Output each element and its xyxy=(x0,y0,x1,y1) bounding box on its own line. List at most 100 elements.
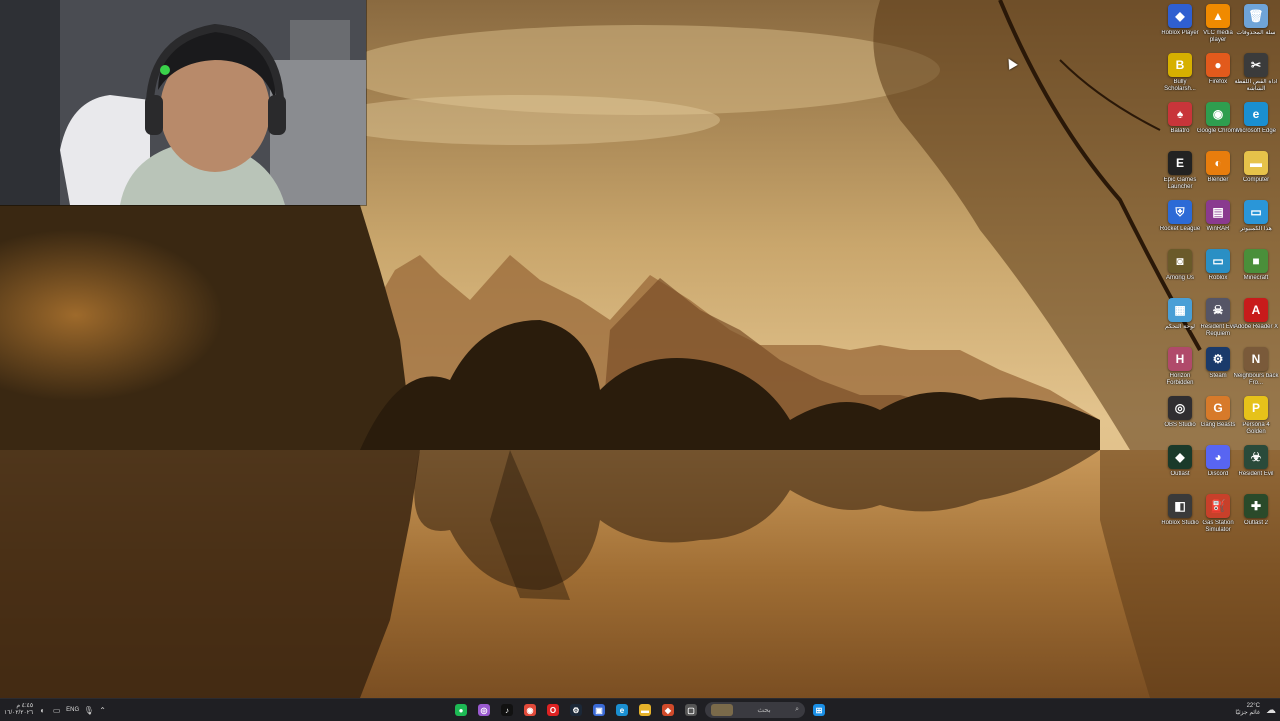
desktop-icon-vlc[interactable]: ▲ VLC media player xyxy=(1199,4,1237,50)
desktop-icon-blender[interactable]: ◐ Blender xyxy=(1199,151,1237,197)
desktop-icon-roblox-studio[interactable]: ◧ Roblox Studio xyxy=(1161,494,1199,540)
roblox-icon: ◆ xyxy=(1168,4,1192,28)
taskbar-app-file-explorer[interactable]: ▬ xyxy=(636,701,654,719)
desktop-icon-label: أداة القص اللقطة الشاشة xyxy=(1234,79,1278,92)
desktop-icon-label: Resident Evil xyxy=(1238,471,1274,477)
blender-icon: ◐ xyxy=(1206,151,1230,175)
taskbar-app-app[interactable]: ◎ xyxy=(475,701,493,719)
minecraft-icon: ■ xyxy=(1244,249,1268,273)
taskbar-app-tiktok[interactable]: ♪ xyxy=(498,701,516,719)
roblox-studio-icon: ◧ xyxy=(1168,494,1192,518)
desktop-icon-recycle-bin[interactable]: 🗑 سلة المحذوفات xyxy=(1236,4,1276,50)
taskbar-app-chrome[interactable]: ◉ xyxy=(521,701,539,719)
desktop-icon-outlast-2[interactable]: ✚ Outlast 2 xyxy=(1237,494,1275,540)
chevron-up-icon[interactable]: ⌃ xyxy=(98,706,107,715)
desktop-icon-discord[interactable]: ◕ Discord xyxy=(1199,445,1237,491)
file-explorer-icon: ▬ xyxy=(639,704,651,716)
taskbar-app-edge[interactable]: e xyxy=(613,701,631,719)
folder-icon: ▬ xyxy=(1244,151,1268,175)
steam-icon: ⚙ xyxy=(570,704,582,716)
taskbar-app-spotify[interactable]: ● xyxy=(452,701,470,719)
clock-date: ١٦/٠٢/٢٠٢٦ xyxy=(4,710,34,716)
recycle-bin-icon: 🗑 xyxy=(1244,4,1268,28)
microphone-icon[interactable]: 🎙 xyxy=(84,706,94,715)
taskbar: ٤:٤٥ م ١٦/٠٢/٢٠٢٦ ◐ ▭ ENG 🎙 ⌃ ● ◎ ♪ ◉ O ⚙ ▣ e ▬ ◆… xyxy=(0,698,1280,721)
network-icon: ▭ xyxy=(1206,249,1230,273)
weather-text-block: 22°C غائم جزئيًا xyxy=(1235,703,1260,717)
windows-icon: ⊞ xyxy=(813,704,825,716)
desktop-icon-label: Persona 4 Golden xyxy=(1242,422,1270,435)
desktop-icon-firefox[interactable]: ● Firefox xyxy=(1199,53,1237,99)
vlc-icon: ▲ xyxy=(1206,4,1230,28)
desktop-icon-chrome[interactable]: ◉ Google Chrome xyxy=(1197,102,1239,148)
chrome-icon: ◉ xyxy=(1206,102,1230,126)
weather-temp: 22°C xyxy=(1246,703,1260,709)
speaker-icon[interactable]: ◐ xyxy=(38,706,47,715)
desktop-icon-outlast[interactable]: ◆ Outlast xyxy=(1161,445,1199,491)
gang-beasts-icon: G xyxy=(1206,396,1230,420)
pinned-apps: ● ◎ ♪ ◉ O ⚙ ▣ e ▬ ◆ ▢ xyxy=(452,701,700,719)
desktop-icon-gang-beasts[interactable]: G Gang Beasts xyxy=(1199,396,1237,442)
desktop-icon-steam[interactable]: ⚙ Steam xyxy=(1199,347,1237,393)
desktop-icon-label: Neighbours back Fro... xyxy=(1233,373,1279,386)
desktop-icon-gas-station[interactable]: ⛽ Gas Station Simulator xyxy=(1199,494,1237,540)
battery-icon[interactable]: ▭ xyxy=(52,706,61,715)
desktop-icon-rocket-league[interactable]: ⛨ Rocket League xyxy=(1160,200,1200,246)
desktop-icon-label: Adobe Reader X xyxy=(1233,324,1279,330)
desktop-icon-folder[interactable]: ▬ Computer xyxy=(1237,151,1275,197)
control-panel-icon: ▦ xyxy=(1168,298,1192,322)
system-tray-left: ٤:٤٥ م ١٦/٠٢/٢٠٢٦ ◐ ▭ ENG 🎙 ⌃ xyxy=(4,699,107,721)
start-button[interactable]: ⊞ xyxy=(810,701,828,719)
desktop-icon-bully[interactable]: B Bully Scholarsh... xyxy=(1161,53,1199,99)
desktop-icon-snipping-tool[interactable]: ✂ أداة القص اللقطة الشاشة xyxy=(1234,53,1278,99)
desktop-icon-control-panel[interactable]: ▦ لوحة التحكم xyxy=(1161,298,1199,344)
taskbar-app-opera[interactable]: O xyxy=(544,701,562,719)
office-icon: ◆ xyxy=(662,704,674,716)
desktop-icon-network[interactable]: ▭ Roblox xyxy=(1199,249,1237,295)
desktop-icon-balatro[interactable]: ♠ Balatro xyxy=(1161,102,1199,148)
taskbar-app-store[interactable]: ▣ xyxy=(590,701,608,719)
desktop-icon-label: Outlast 2 xyxy=(1243,520,1268,526)
snipping-icon: ▢ xyxy=(685,704,697,716)
desktop-icon-resident-evil[interactable]: ☣ Resident Evil xyxy=(1237,445,1275,491)
gas-station-icon: ⛽ xyxy=(1206,494,1230,518)
discord-icon: ◕ xyxy=(1206,445,1230,469)
weather-widget[interactable]: 22°C غائم جزئيًا ☁ xyxy=(1235,699,1276,721)
search-icon: ⌕ xyxy=(795,706,799,713)
outlast-2-icon: ✚ xyxy=(1244,494,1268,518)
taskbar-app-snipping[interactable]: ▢ xyxy=(682,701,700,719)
desktop-icon-label: Minecraft xyxy=(1243,275,1269,281)
resident-evil-icon: ☣ xyxy=(1244,445,1268,469)
cloud-icon: ☁ xyxy=(1266,704,1276,716)
desktop-icon-label: هذا الكمبيوتر xyxy=(1240,226,1272,232)
desktop-icon-this-pc[interactable]: ▭ هذا الكمبيوتر xyxy=(1237,200,1275,246)
desktop-icon-epic-games[interactable]: E Epic Games Launcher xyxy=(1161,151,1199,197)
search-widget-icon xyxy=(711,704,733,716)
taskbar-app-office[interactable]: ◆ xyxy=(659,701,677,719)
desktop-icon-roblox[interactable]: ◆ Roblox Player xyxy=(1161,4,1199,50)
desktop-icon-neighbours[interactable]: N Neighbours back Fro... xyxy=(1233,347,1279,393)
desktop-icon-adobe-reader[interactable]: A Adobe Reader X xyxy=(1234,298,1278,344)
taskbar-clock[interactable]: ٤:٤٥ م ١٦/٠٢/٢٠٢٦ xyxy=(4,703,33,717)
desktop-icon-obs[interactable]: ◎ OBS Studio xyxy=(1161,396,1199,442)
obs-icon: ◎ xyxy=(1168,396,1192,420)
webcam-overlay xyxy=(0,0,366,205)
taskbar-search[interactable]: بحث ⌕ xyxy=(705,702,805,718)
desktop-icon-persona[interactable]: P Persona 4 Golden xyxy=(1237,396,1275,442)
language-indicator[interactable]: ENG xyxy=(66,707,79,713)
desktop-icon-label: سلة المحذوفات xyxy=(1236,30,1276,36)
outlast-icon: ◆ xyxy=(1168,445,1192,469)
desktop-icon-grid: ◆ Roblox Player ▲ VLC media player 🗑 سلة المح… xyxy=(1160,0,1280,698)
desktop-icon-label: Computer xyxy=(1242,177,1270,183)
taskbar-apps: ● ◎ ♪ ◉ O ⚙ ▣ e ▬ ◆ ▢ بحث ⌕ ⊞ xyxy=(452,701,828,719)
store-icon: ▣ xyxy=(593,704,605,716)
desktop-icon-resident-evil-requiem[interactable]: ☠ Resident Evil Requiem xyxy=(1199,298,1237,344)
desktop-icon-winrar[interactable]: ▤ WinRAR xyxy=(1199,200,1237,246)
winrar-icon: ▤ xyxy=(1206,200,1230,224)
desktop-icon-minecraft[interactable]: ■ Minecraft xyxy=(1237,249,1275,295)
tiktok-icon: ♪ xyxy=(501,704,513,716)
taskbar-app-steam[interactable]: ⚙ xyxy=(567,701,585,719)
desktop-icon-among-us[interactable]: ◙ Among Us xyxy=(1161,249,1199,295)
desktop-icon-edge[interactable]: e Microsoft Edge xyxy=(1236,102,1276,148)
desktop-icon-horizon[interactable]: H Horizon Forbidden xyxy=(1161,347,1199,393)
